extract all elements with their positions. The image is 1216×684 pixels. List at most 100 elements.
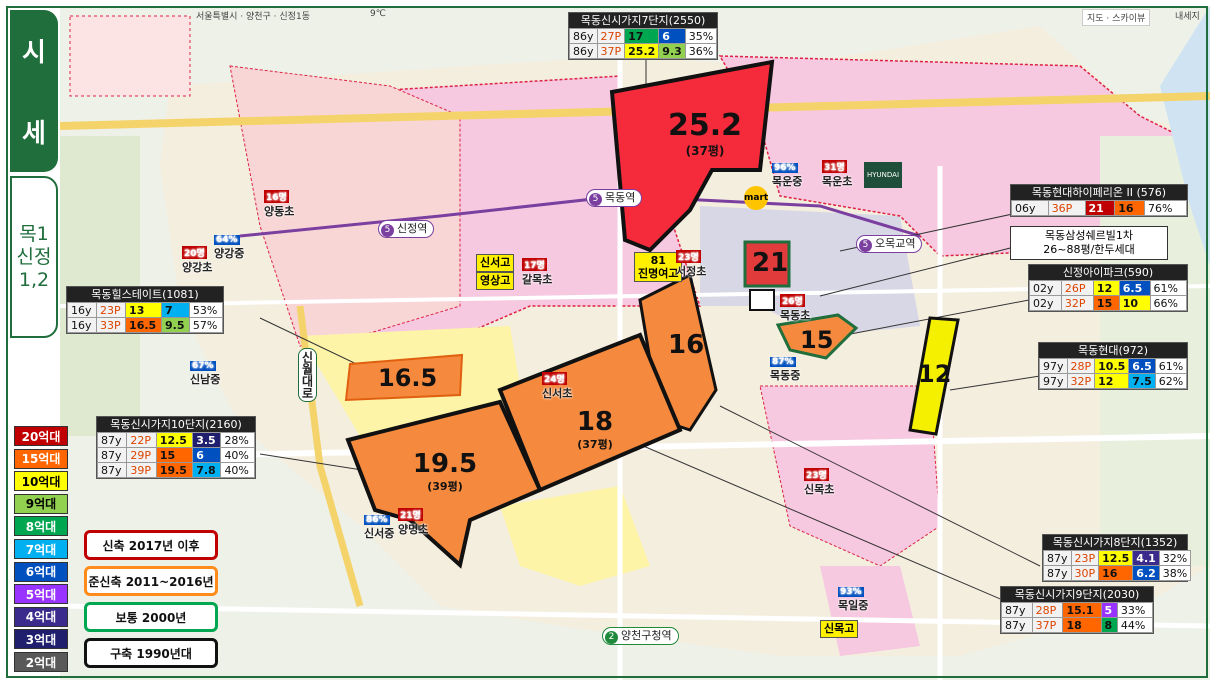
map-frame: 25.2 (37평) 16 18 (37평) 19.5 (39평) 16.5 2… bbox=[0, 0, 1216, 684]
info-7danji[interactable]: 목동신시가지7단지(2550) 86y 27P 17 6 35% 86y 37P 25.2 9.3… bbox=[568, 12, 718, 60]
complex-row: 87y 28P 15.1 5 33% bbox=[1001, 602, 1154, 618]
sale-price: 12 bbox=[1092, 280, 1120, 296]
build-year: 16y bbox=[67, 302, 97, 318]
school-sinnam-mid[interactable]: 67% 신남중 bbox=[190, 358, 220, 387]
station-sinjeong[interactable]: 5 신정역 bbox=[378, 220, 435, 238]
info-9danji[interactable]: 목동신시가지9단지(2030) 87y 28P 15.1 5 33% 87y 37P 18 8 44… bbox=[1000, 586, 1154, 634]
info-hillstate[interactable]: 목동힐스테이트(1081) 16y 23P 13 7 53% 16y 33P 16.5 9.5 57… bbox=[66, 286, 224, 334]
sale-price: 19.5 bbox=[155, 462, 194, 478]
complex-row: 86y 27P 17 6 35% bbox=[569, 28, 718, 44]
jeonse-ratio: 66% bbox=[1149, 295, 1187, 311]
area-tab[interactable]: 목1 신정 1,2 bbox=[10, 176, 58, 338]
price-legend-item: 15억대 bbox=[14, 448, 68, 469]
complex-title: 신정아이파크(590) bbox=[1029, 265, 1187, 280]
jeonse-ratio: 76% bbox=[1144, 200, 1187, 216]
school-yangmyeong-elem[interactable]: 21명 양명초 bbox=[398, 508, 428, 537]
jeonse-price: 10 bbox=[1118, 295, 1151, 311]
road-name-label: 신월대로 bbox=[298, 348, 317, 402]
info-8danji[interactable]: 목동신시가지8단지(1352) 87y 23P 12.5 4.1 32% 87y 30P 16 6… bbox=[1042, 534, 1192, 582]
hyundai-logo: HYUNDAI bbox=[864, 162, 902, 188]
station-yangcheon-gucheong[interactable]: 2 양천구청역 bbox=[602, 627, 679, 645]
school-sinmok-high[interactable]: 신목고 bbox=[820, 620, 859, 638]
unit-size: 28P bbox=[1031, 602, 1064, 618]
info-hyperion2[interactable]: 목동현대하이페리온 II (576) 06y 36P 21 16 76% bbox=[1010, 184, 1188, 217]
unit-size: 28P bbox=[1066, 358, 1096, 374]
jeonse-ratio: 38% bbox=[1158, 565, 1192, 581]
price-legend-item: 8억대 bbox=[14, 516, 68, 537]
complex-row: 02y 26P 12 6.5 61% bbox=[1029, 280, 1187, 296]
jeonse-ratio: 28% bbox=[220, 432, 255, 448]
school-mogil-mid[interactable]: 93% 목일중 bbox=[838, 584, 868, 613]
jeonse-ratio: 57% bbox=[188, 317, 224, 333]
complex-title: 목동현대하이페리온 II (576) bbox=[1011, 185, 1187, 200]
school-galmok-elem[interactable]: 17명 갈목초 bbox=[522, 258, 552, 287]
complex-row: 87y 37P 18 8 44% bbox=[1001, 617, 1154, 633]
build-year: 02y bbox=[1029, 280, 1062, 296]
school-mogun-mid[interactable]: 96% 목운중 bbox=[772, 160, 802, 189]
unit-size: 26P bbox=[1060, 280, 1094, 296]
complex-row: 87y 23P 12.5 4.1 32% bbox=[1043, 550, 1192, 566]
location-bar[interactable]: 서울특별시 · 양천구 · 신정1동 bbox=[196, 9, 310, 22]
jeonse-price: 6 bbox=[192, 447, 222, 463]
complex-title: 목동신시가지10단지(2160) bbox=[97, 417, 255, 432]
info-sinjeong-ipark[interactable]: 신정아이파크(590) 02y 26P 12 6.5 61% 02y 32P 15 10 66% bbox=[1028, 264, 1188, 312]
info-10danji[interactable]: 목동신시가지10단지(2160) 87y 22P 12.5 3.5 28% 87y 29P 15… bbox=[96, 416, 256, 479]
school-yanggang-mid[interactable]: 64% 양강중 bbox=[214, 232, 244, 261]
sale-price: 12.5 bbox=[155, 432, 194, 448]
school-sinmok-elem[interactable]: 23명 신목초 bbox=[804, 468, 834, 497]
jeonse-price: 6.5 bbox=[1118, 280, 1151, 296]
weather-temp: 9℃ bbox=[370, 9, 386, 19]
sale-price: 15.1 bbox=[1062, 602, 1102, 618]
callout-samsung-cherville: 목동삼성쉐르빌1차 26~88평/한두세대 bbox=[1010, 226, 1168, 260]
sale-price: 21 bbox=[1084, 200, 1116, 216]
school-sinseo-elem[interactable]: 24명 신서초 bbox=[542, 372, 572, 401]
build-year: 86y bbox=[569, 43, 598, 59]
complex-row: 16y 33P 16.5 9.5 57% bbox=[67, 317, 224, 333]
parcel-samsung[interactable] bbox=[749, 289, 775, 311]
school-sinseo-mid[interactable]: 86% 신서중 bbox=[364, 512, 394, 541]
school-sinseo-high[interactable]: 신서고 bbox=[476, 254, 515, 272]
sale-price: 16 bbox=[1098, 565, 1134, 581]
complex-row: 87y 30P 16 6.2 38% bbox=[1043, 565, 1192, 581]
station-omokgyo[interactable]: 5 오목교역 bbox=[856, 235, 923, 253]
build-year: 87y bbox=[1043, 565, 1072, 581]
school-seojeong-elem[interactable]: 23명 서정초 bbox=[676, 250, 706, 279]
build-year: 16y bbox=[67, 317, 97, 333]
map-type-toggle[interactable]: 지도 · 스카이뷰 bbox=[1082, 9, 1151, 26]
info-mokdong-hyundai[interactable]: 목동현대(972) 97y 28P 10.5 6.5 61% 97y 32P 12 7.5 62% bbox=[1038, 342, 1188, 390]
complex-row: 87y 22P 12.5 3.5 28% bbox=[96, 432, 255, 448]
school-mokdong-elem[interactable]: 26명 목동초 bbox=[780, 294, 810, 323]
station-mokdong[interactable]: 5 목동역 bbox=[586, 189, 643, 207]
school-yeongsang-high[interactable]: 영상고 bbox=[476, 272, 515, 290]
price-legend-item: 7억대 bbox=[14, 539, 68, 559]
jeonse-price: 6.2 bbox=[1132, 565, 1160, 581]
fullscreen-button[interactable]: 내세지 bbox=[1175, 9, 1200, 22]
parcel-12-label: 12 bbox=[918, 360, 952, 388]
school-mogun-elem[interactable]: 31명 목운초 bbox=[822, 160, 852, 189]
build-year: 87y bbox=[96, 432, 128, 448]
complex-title: 목동신시가지7단지(2550) bbox=[569, 13, 717, 28]
era-legend-item: 신축 2017년 이후 bbox=[84, 530, 218, 560]
price-legend-item: 4억대 bbox=[14, 606, 68, 627]
school-yanggang-elem[interactable]: 20명 양강초 bbox=[182, 246, 212, 275]
parcel-195-label: 19.5 (39평) bbox=[412, 449, 478, 493]
price-legend-item: 20억대 bbox=[14, 426, 68, 446]
build-year: 87y bbox=[1001, 617, 1033, 633]
jeonse-price: 4.1 bbox=[1132, 550, 1160, 566]
sale-price: 10.5 bbox=[1094, 358, 1130, 374]
sale-price: 25.2 bbox=[624, 43, 660, 59]
era-legend-item: 보통 2000년 bbox=[84, 602, 218, 632]
school-mokdong-mid[interactable]: 87% 목동중 bbox=[770, 354, 800, 383]
school-yangdong-elem[interactable]: 16명 양동초 bbox=[264, 190, 294, 219]
parcel-16-label: 16 bbox=[668, 330, 705, 360]
unit-size: 22P bbox=[126, 432, 157, 448]
unit-size: 23P bbox=[95, 302, 127, 318]
unit-size: 39P bbox=[126, 462, 157, 478]
sale-price: 12.5 bbox=[1098, 550, 1134, 566]
unit-size: 36P bbox=[1047, 200, 1086, 216]
price-legend-item: 6억대 bbox=[14, 561, 68, 582]
price-legend-item: 2억대 bbox=[14, 652, 68, 672]
jeonse-price: 3.5 bbox=[192, 432, 222, 448]
price-tab[interactable]: 시 세 bbox=[10, 10, 58, 172]
build-year: 97y bbox=[1039, 373, 1068, 389]
